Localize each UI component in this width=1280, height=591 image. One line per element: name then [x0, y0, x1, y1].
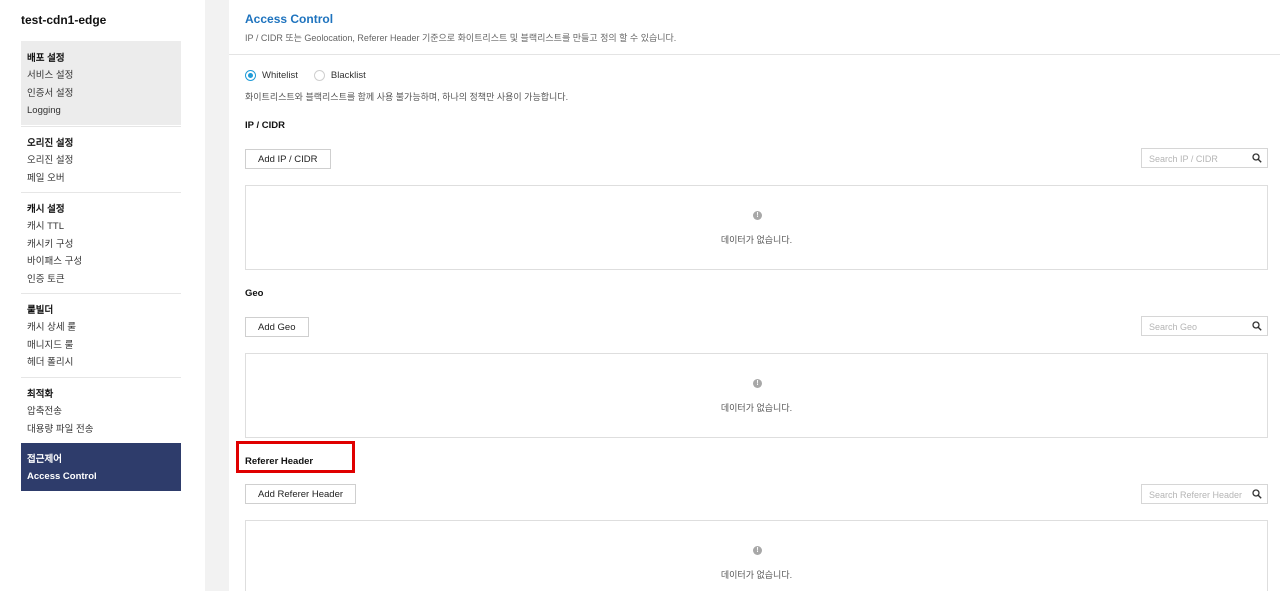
empty-message: 데이터가 없습니다. — [720, 235, 793, 245]
nav-item-certificate-settings[interactable]: 인증서 설정 — [27, 85, 175, 103]
nav-item-bypass[interactable]: 바이패스 구성 — [27, 253, 175, 271]
search-geo — [1141, 316, 1268, 336]
info-icon: ! — [753, 379, 762, 388]
section-title-ip-cidr: IP / CIDR — [245, 120, 285, 131]
blacklist-label[interactable]: Blacklist — [331, 70, 366, 81]
page-title: Access Control — [245, 12, 334, 26]
nav-item-large-file[interactable]: 대용량 파일 전송 — [27, 421, 175, 439]
nav-group-origin: 오리진 설정 오리진 설정 페일 오버 — [21, 126, 181, 191]
section-title-geo: Geo — [245, 288, 264, 299]
nav-item-cache-ttl[interactable]: 캐시 TTL — [27, 218, 175, 236]
nav-group-access: 접근제어 Access Control — [21, 443, 181, 491]
geo-empty-state: ! 데이터가 없습니다. — [245, 353, 1268, 438]
sidebar: test-cdn1-edge 배포 설정 서비스 설정 인증서 설정 Loggi… — [0, 0, 205, 591]
sidebar-gutter — [205, 0, 229, 591]
nav-group-rule-builder: 룰빌더 캐시 상세 룰 매니지드 룰 헤더 폴리시 — [21, 293, 181, 376]
nav-heading-access: 접근제어 — [27, 454, 62, 465]
mode-note: 화이트리스트와 블랙리스트를 함께 사용 불가능하며, 하나의 정책만 사용이 … — [245, 92, 569, 102]
nav-item-access-control[interactable]: Access Control — [27, 468, 175, 486]
search-geo-input[interactable] — [1142, 318, 1246, 336]
search-icon[interactable] — [1252, 489, 1262, 499]
nav-heading-rule-builder: 룰빌더 — [27, 305, 54, 316]
nav-group-optimization: 최적화 압축전송 대용량 파일 전송 — [21, 377, 181, 442]
nav-item-cache-detail-rule[interactable]: 캐시 상세 룰 — [27, 319, 175, 337]
nav-item-compression[interactable]: 압축전송 — [27, 403, 175, 421]
page-description: IP / CIDR 또는 Geolocation, Referer Header… — [245, 33, 677, 43]
nav-group-cache: 캐시 설정 캐시 TTL 캐시키 구성 바이패스 구성 인증 토큰 — [21, 192, 181, 292]
nav-group-deploy: 배포 설정 서비스 설정 인증서 설정 Logging — [21, 41, 181, 125]
info-icon: ! — [753, 211, 762, 220]
nav-item-origin-settings[interactable]: 오리진 설정 — [27, 152, 175, 170]
search-referer-header-input[interactable] — [1142, 486, 1246, 504]
nav-heading-deploy: 배포 설정 — [27, 53, 65, 64]
whitelist-label[interactable]: Whitelist — [262, 70, 298, 81]
search-referer-header — [1141, 484, 1268, 504]
nav-heading-cache: 캐시 설정 — [27, 204, 65, 215]
add-referer-header-button[interactable]: Add Referer Header — [245, 484, 357, 504]
search-icon[interactable] — [1252, 153, 1262, 163]
nav-heading-optimization: 최적화 — [27, 389, 54, 400]
nav-item-auth-token[interactable]: 인증 토큰 — [27, 271, 175, 289]
empty-message: 데이터가 없습니다. — [720, 403, 793, 413]
add-geo-button[interactable]: Add Geo — [245, 317, 309, 337]
referer-header-empty-state: ! 데이터가 없습니다. — [245, 520, 1268, 591]
highlight-annotation — [236, 441, 355, 473]
nav-item-service-settings[interactable]: 서비스 설정 — [27, 67, 175, 85]
add-ip-cidr-button[interactable]: Add IP / CIDR — [245, 149, 331, 169]
blacklist-radio[interactable] — [313, 69, 325, 81]
nav-item-failover[interactable]: 페일 오버 — [27, 170, 175, 188]
nav-item-logging[interactable]: Logging — [27, 102, 175, 120]
info-icon: ! — [753, 546, 762, 555]
whitelist-radio[interactable] — [245, 69, 256, 81]
nav-item-managed-rule[interactable]: 매니지드 룰 — [27, 337, 175, 355]
search-icon[interactable] — [1252, 321, 1262, 331]
main-content: Access Control IP / CIDR 또는 Geolocation,… — [229, 0, 1280, 591]
search-ip-cidr — [1141, 148, 1268, 168]
search-ip-cidr-input[interactable] — [1142, 150, 1246, 168]
nav-heading-origin: 오리진 설정 — [27, 138, 74, 149]
empty-message: 데이터가 없습니다. — [720, 570, 793, 580]
nav-item-cache-key[interactable]: 캐시키 구성 — [27, 236, 175, 254]
mode-radio-group: Whitelist Blacklist — [245, 69, 382, 81]
nav-item-header-policy[interactable]: 헤더 폴리시 — [27, 354, 175, 372]
app-title: test-cdn1-edge — [21, 13, 107, 27]
header-divider — [229, 54, 1280, 55]
ip-cidr-empty-state: ! 데이터가 없습니다. — [245, 185, 1268, 270]
